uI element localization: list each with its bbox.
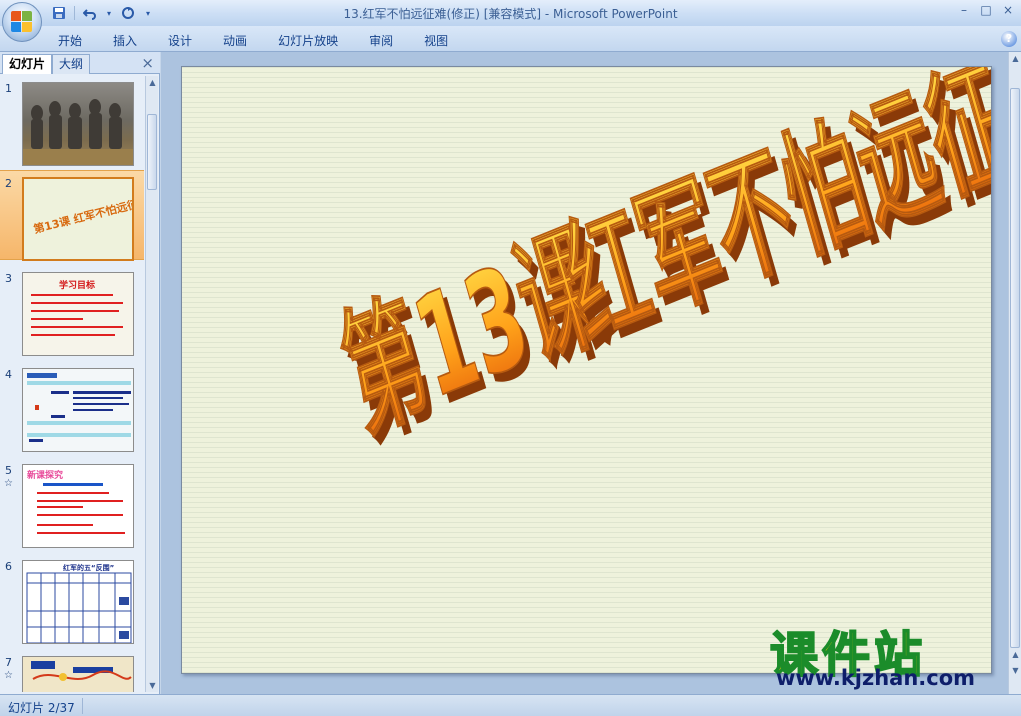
status-separator	[82, 698, 83, 714]
slides-pane: 幻灯片 大纲 × 1 2 第13课 红军不怕远征难 3 学习目标 4 5 ☆ 新…	[0, 52, 160, 694]
slide-preview-goals: 学习目标	[22, 272, 134, 356]
tab-review[interactable]: 审阅	[369, 32, 393, 49]
slide-thumbnail-4[interactable]: 4	[0, 362, 144, 452]
animation-star-icon: ☆	[4, 670, 13, 681]
site-watermark: 课件站 www.kjzhan.com	[769, 615, 1005, 690]
ribbon-tab-bar: 开始 插入 设计 动画 幻灯片放映 审阅 视图 ?	[0, 26, 1021, 52]
tab-home[interactable]: 开始	[58, 32, 82, 49]
slide-preview-grid-title: 红军的五“反围”	[63, 564, 115, 572]
slide-number: 6	[5, 560, 12, 573]
slide-preview-goals-title: 学习目标	[59, 281, 96, 291]
slide-preview-photo	[22, 82, 134, 166]
slide-thumbnail-1[interactable]: 1	[0, 76, 144, 166]
current-slide[interactable]: 第13课 第13课 红军不怕远征难 红军不怕远征难	[181, 66, 992, 674]
window-title: 13.红军不怕远征难(修正) [兼容模式] - Microsoft PowerP…	[343, 7, 678, 21]
thumbnail-scrollbar[interactable]: ▲ ▼	[145, 76, 158, 692]
office-button[interactable]	[2, 2, 42, 42]
title-wordart-group: 第13课 第13课 红军不怕远征难 红军不怕远征难	[326, 67, 992, 468]
slide-number: 4	[5, 368, 12, 381]
close-pane-icon[interactable]: ×	[141, 54, 154, 72]
soldiers-photo-icon	[23, 99, 133, 165]
slide-preview-grid-lines	[26, 572, 132, 643]
ribbon-tabs: 开始 插入 设计 动画 幻灯片放映 审阅 视图	[58, 32, 479, 49]
slide-thumbnail-6[interactable]: 6 红军的五“反围”	[0, 554, 144, 644]
tab-animations[interactable]: 动画	[223, 32, 247, 49]
slide-number: 1	[5, 82, 12, 95]
tab-slide-show[interactable]: 幻灯片放映	[278, 32, 338, 49]
slide-preview-grid: 红军的五“反围”	[22, 560, 134, 644]
slide-thumbnail-2[interactable]: 2 第13课 红军不怕远征难	[0, 170, 144, 261]
close-button[interactable]: ×	[1001, 3, 1015, 17]
slide-title-part2: 红军不怕远征难	[550, 67, 992, 369]
slide-preview-map	[22, 656, 134, 692]
office-logo-icon	[11, 11, 33, 33]
pane-tabs: 幻灯片 大纲 ×	[0, 52, 160, 74]
scroll-up-icon[interactable]: ▲	[146, 76, 159, 89]
slide-thumbnail-3[interactable]: 3 学习目标	[0, 266, 144, 356]
slide-title-wordart: 第13课 第13课 红军不怕远征难 红军不怕远征难	[326, 67, 992, 468]
slide-thumbnail-5[interactable]: 5 ☆ 新课探究	[0, 458, 144, 548]
slide-number: 5	[5, 464, 12, 477]
map-preview-icon	[31, 661, 132, 681]
status-bar: 幻灯片 2/37	[0, 694, 1021, 716]
slide-thumbnail-7[interactable]: 7 ☆	[0, 650, 144, 692]
animation-star-icon: ☆	[4, 478, 13, 489]
slide-preview-list-title: 新课探究	[27, 471, 64, 481]
tab-design[interactable]: 设计	[168, 32, 192, 49]
title-bar: ▾ ▾ 13.红军不怕远征难(修正) [兼容模式] - Microsoft Po…	[0, 0, 1021, 42]
scroll-down-icon[interactable]: ▼	[146, 679, 159, 692]
scroll-up-icon[interactable]: ▲	[1009, 52, 1021, 65]
slide-preview-title-text: 第13课 红军不怕远征难	[32, 194, 134, 237]
slide-editing-area: 第13课 第13课 红军不怕远征难 红军不怕远征难	[161, 52, 1008, 694]
editor-scrollbar[interactable]: ▲ ▲ ▼	[1008, 52, 1021, 694]
slide-preview-title: 第13课 红军不怕远征难	[22, 177, 134, 261]
slide-number: 3	[5, 272, 12, 285]
editor-scrollbar-thumb[interactable]	[1010, 88, 1020, 648]
slide-preview-table-lines	[27, 373, 131, 442]
tab-outline[interactable]: 大纲	[52, 54, 91, 74]
next-slide-icon[interactable]: ▼	[1009, 664, 1021, 677]
slide-preview-table	[22, 368, 134, 452]
slide-thumbnails: 1 2 第13课 红军不怕远征难 3 学习目标 4 5 ☆ 新课探究 6 红军的…	[0, 76, 144, 692]
watermark-url: www.kjzhan.com	[776, 666, 976, 690]
prev-slide-icon[interactable]: ▲	[1009, 648, 1021, 661]
tab-view[interactable]: 视图	[424, 32, 448, 49]
tab-insert[interactable]: 插入	[113, 32, 137, 49]
minimize-button[interactable]: –	[957, 3, 971, 17]
tab-slides[interactable]: 幻灯片	[2, 54, 53, 74]
help-icon[interactable]: ?	[1001, 31, 1017, 47]
window-controls: – □ ×	[957, 3, 1015, 17]
slide-preview-list: 新课探究	[22, 464, 134, 548]
slide-counter: 幻灯片 2/37	[8, 701, 75, 715]
slide-number: 7	[5, 656, 12, 669]
restore-button[interactable]: □	[979, 3, 993, 17]
scrollbar-thumb[interactable]	[147, 114, 157, 190]
slide-number: 2	[5, 177, 12, 190]
